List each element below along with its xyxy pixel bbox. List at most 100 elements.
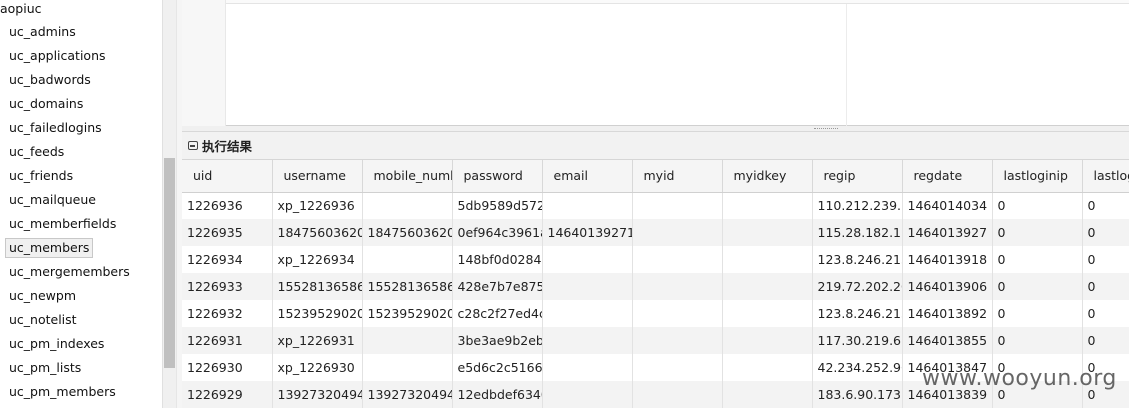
- table-cell-password[interactable]: 3be3ae9b2ebf4: [452, 327, 543, 354]
- sql-editor[interactable]: [182, 0, 1129, 126]
- table-cell-username[interactable]: xp_1226931: [272, 327, 363, 354]
- table-cell-uid[interactable]: 1226934: [182, 246, 273, 273]
- table-cell-lastloginip[interactable]: 0: [992, 327, 1083, 354]
- table-row[interactable]: 1226936xp_1226936 5db9589d5723 110.212.239…: [182, 192, 1129, 219]
- tree-scrollbar-thumb[interactable]: [164, 158, 175, 368]
- table-cell-regip[interactable]: 123.8.246.213: [812, 300, 903, 327]
- table-cell-myid[interactable]: [632, 273, 723, 300]
- table-cell-email[interactable]: [542, 192, 633, 219]
- table-cell-username[interactable]: 15239529020: [272, 300, 363, 327]
- table-cell-myid[interactable]: [632, 300, 723, 327]
- table-cell-lastloginip[interactable]: 0: [992, 273, 1083, 300]
- table-cell-email[interactable]: 1464013927160: [542, 219, 633, 246]
- tree-item-uc-pm-members[interactable]: uc_pm_members: [2, 380, 160, 404]
- table-cell-password[interactable]: c28c2f27ed4c1: [452, 300, 543, 327]
- tree-item-uc-pm-indexes[interactable]: uc_pm_indexes: [2, 332, 160, 356]
- table-cell-email[interactable]: [542, 381, 633, 408]
- table-cell-regdate[interactable]: 1464013855: [902, 327, 993, 354]
- table-cell-regip[interactable]: 42.234.252.96: [812, 354, 903, 381]
- tree-item-uc-mergemembers[interactable]: uc_mergemembers: [2, 260, 160, 284]
- table-cell-mobile-number[interactable]: [362, 192, 453, 219]
- table-cell-regdate[interactable]: 1464013918: [902, 246, 993, 273]
- tree-item-uc-mailqueue[interactable]: uc_mailqueue: [2, 188, 160, 212]
- table-cell-username[interactable]: 18475603620: [272, 219, 363, 246]
- table-cell-mobile-number[interactable]: 15239529020: [362, 300, 453, 327]
- table-cell-regdate[interactable]: 1464013906: [902, 273, 993, 300]
- table-cell-lastlogintime[interactable]: 0: [1082, 300, 1129, 327]
- table-cell-mobile-number[interactable]: 18475603620: [362, 219, 453, 246]
- table-cell-email[interactable]: [542, 354, 633, 381]
- column-header-myidkey[interactable]: myidkey: [722, 160, 813, 193]
- splitter-grip[interactable]: [814, 128, 838, 130]
- column-header-email[interactable]: email: [542, 160, 633, 193]
- table-row[interactable]: 1226931xp_1226931 3be3ae9b2ebf4 117.30.219…: [182, 327, 1129, 354]
- table-cell-username[interactable]: 15528136586: [272, 273, 363, 300]
- table-cell-myid[interactable]: [632, 354, 723, 381]
- table-cell-password[interactable]: 0ef964c3961ab: [452, 219, 543, 246]
- table-cell-lastlogintime[interactable]: 0: [1082, 327, 1129, 354]
- table-cell-email[interactable]: [542, 246, 633, 273]
- table-cell-mobile-number[interactable]: [362, 327, 453, 354]
- tree-item-uc-pm-lists[interactable]: uc_pm_lists: [2, 356, 160, 380]
- tree-item-uc-badwords[interactable]: uc_badwords: [2, 68, 160, 92]
- table-cell-lastlogintime[interactable]: 0: [1082, 246, 1129, 273]
- tree-item-uc-failedlogins[interactable]: uc_failedlogins: [2, 116, 160, 140]
- tree-item-uc-friends[interactable]: uc_friends: [2, 164, 160, 188]
- table-cell-myid[interactable]: [632, 246, 723, 273]
- table-cell-myidkey[interactable]: [722, 354, 813, 381]
- table-cell-myidkey[interactable]: [722, 246, 813, 273]
- table-cell-regip[interactable]: 117.30.219.6: [812, 327, 903, 354]
- table-cell-regip[interactable]: 183.6.90.173: [812, 381, 903, 408]
- tree-item-uc-domains[interactable]: uc_domains: [2, 92, 160, 116]
- table-cell-mobile-number[interactable]: [362, 246, 453, 273]
- table-cell-lastloginip[interactable]: 0: [992, 219, 1083, 246]
- column-header-regip[interactable]: regip: [812, 160, 903, 193]
- tree-item-uc-feeds[interactable]: uc_feeds: [2, 140, 160, 164]
- table-cell-username[interactable]: xp_1226934: [272, 246, 363, 273]
- table-cell-lastloginip[interactable]: 0: [992, 246, 1083, 273]
- table-cell-uid[interactable]: 1226935: [182, 219, 273, 246]
- table-row[interactable]: 1226934xp_1226934 148bf0d02847a 123.8.246.…: [182, 246, 1129, 273]
- table-row[interactable]: 1226932 15239529020 15239529020 c28c2f27ed4…: [182, 300, 1129, 327]
- table-cell-password[interactable]: 12edbdef6340b: [452, 381, 543, 408]
- column-header-lastlogintime[interactable]: lastlogintime: [1082, 160, 1129, 193]
- table-cell-mobile-number[interactable]: 15528136586: [362, 273, 453, 300]
- table-cell-myid[interactable]: [632, 219, 723, 246]
- table-cell-myid[interactable]: [632, 327, 723, 354]
- table-cell-uid[interactable]: 1226932: [182, 300, 273, 327]
- column-header-lastloginip[interactable]: lastloginip: [992, 160, 1083, 193]
- table-cell-uid[interactable]: 1226929: [182, 381, 273, 408]
- table-cell-myid[interactable]: [632, 381, 723, 408]
- column-header-regdate[interactable]: regdate: [902, 160, 993, 193]
- table-cell-regip[interactable]: 219.72.202.206: [812, 273, 903, 300]
- column-header-uid[interactable]: uid: [182, 160, 273, 193]
- table-cell-regdate[interactable]: 1464014034: [902, 192, 993, 219]
- table-cell-regdate[interactable]: 1464013927: [902, 219, 993, 246]
- tree-scrollbar[interactable]: [162, 0, 176, 408]
- table-cell-regip[interactable]: 110.212.239.12: [812, 192, 903, 219]
- table-cell-uid[interactable]: 1226936: [182, 192, 273, 219]
- table-cell-password[interactable]: e5d6c2c51664b: [452, 354, 543, 381]
- table-cell-myidkey[interactable]: [722, 300, 813, 327]
- table-cell-uid[interactable]: 1226933: [182, 273, 273, 300]
- table-cell-myidkey[interactable]: [722, 219, 813, 246]
- table-cell-username[interactable]: xp_1226930: [272, 354, 363, 381]
- table-cell-password[interactable]: 148bf0d02847a: [452, 246, 543, 273]
- table-cell-username[interactable]: xp_1226936: [272, 192, 363, 219]
- table-cell-regip[interactable]: 123.8.246.213: [812, 246, 903, 273]
- table-cell-username[interactable]: 13927320494: [272, 381, 363, 408]
- tree-item-uc-applications[interactable]: uc_applications: [2, 44, 160, 68]
- table-cell-lastloginip[interactable]: 0: [992, 192, 1083, 219]
- table-cell-mobile-number[interactable]: [362, 354, 453, 381]
- table-cell-email[interactable]: [542, 300, 633, 327]
- table-cell-uid[interactable]: 1226931: [182, 327, 273, 354]
- tree-item-uc-newpm[interactable]: uc_newpm: [2, 284, 160, 308]
- table-cell-regip[interactable]: 115.28.182.174: [812, 219, 903, 246]
- tree-item-uc-memberfields[interactable]: uc_memberfields: [2, 212, 160, 236]
- column-header-username[interactable]: username: [272, 160, 363, 193]
- table-cell-lastloginip[interactable]: 0: [992, 300, 1083, 327]
- table-cell-lastlogintime[interactable]: 0: [1082, 273, 1129, 300]
- table-cell-email[interactable]: [542, 327, 633, 354]
- table-cell-password[interactable]: 5db9589d5723: [452, 192, 543, 219]
- table-cell-lastlogintime[interactable]: 0: [1082, 219, 1129, 246]
